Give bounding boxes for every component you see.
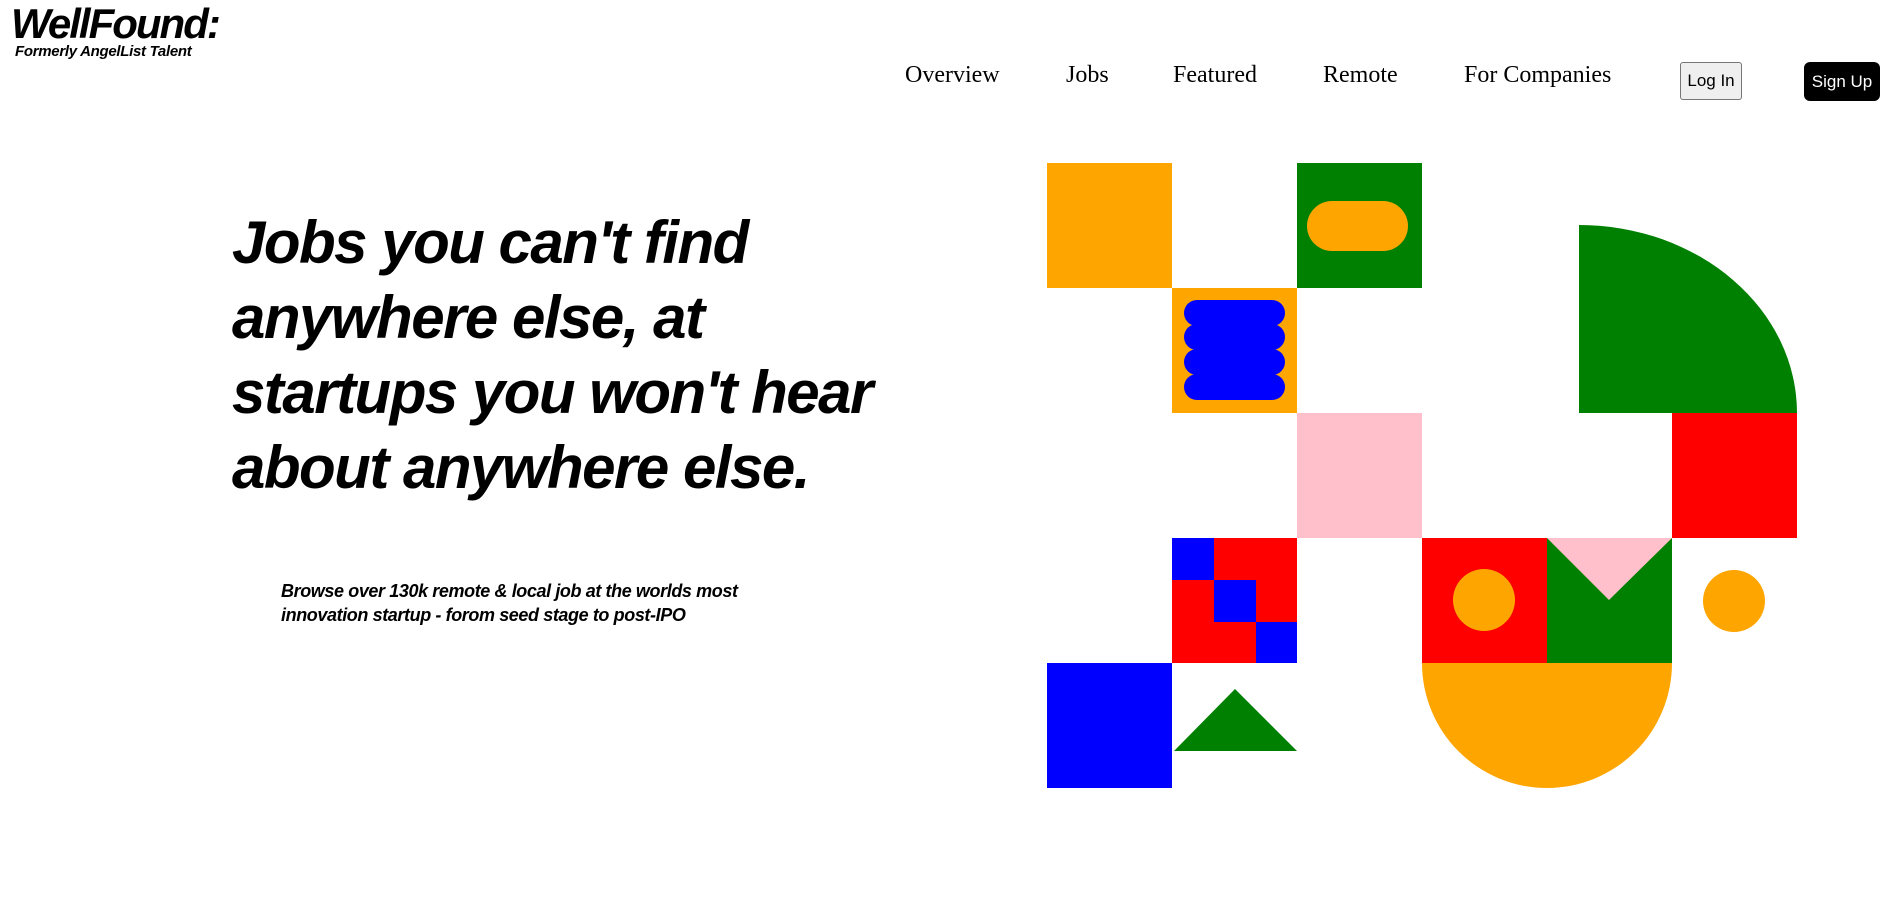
blue-square-tile bbox=[1047, 663, 1172, 788]
orange-circle-on-red bbox=[1453, 569, 1515, 631]
orange-circle bbox=[1703, 570, 1765, 632]
orange-square-tile bbox=[1047, 163, 1172, 288]
pink-triangle bbox=[1547, 538, 1672, 600]
nav-overview[interactable]: Overview bbox=[905, 62, 1000, 89]
nav-for-companies[interactable]: For Companies bbox=[1464, 62, 1611, 89]
nav-remote[interactable]: Remote bbox=[1323, 62, 1398, 89]
blue-pill-3 bbox=[1184, 349, 1285, 375]
signup-button[interactable]: Sign Up bbox=[1804, 62, 1880, 101]
red-square-tile bbox=[1672, 413, 1797, 538]
pink-square-tile bbox=[1297, 413, 1422, 538]
orange-half-circle bbox=[1422, 663, 1672, 788]
hero-subtitle: Browse over 130k remote & local job at t… bbox=[281, 581, 738, 625]
blue-checker-1 bbox=[1172, 538, 1214, 580]
site-logo[interactable]: WellFound: bbox=[11, 0, 221, 48]
orange-tile-with-pills bbox=[1172, 288, 1297, 413]
green-square-tile bbox=[1297, 163, 1422, 288]
green-quarter-circle bbox=[1579, 225, 1797, 413]
blue-checker-3 bbox=[1256, 622, 1297, 663]
blue-pill-2 bbox=[1184, 324, 1285, 350]
red-circle-tile bbox=[1422, 538, 1547, 663]
green-tile-with-triangle bbox=[1547, 538, 1672, 663]
nav-featured[interactable]: Featured bbox=[1173, 62, 1257, 89]
blue-pill-1 bbox=[1184, 300, 1285, 326]
green-triangle bbox=[1174, 689, 1297, 751]
hero-title: Jobs you can't find anywhere else, at st… bbox=[232, 209, 873, 501]
logo-tagline: Formerly AngelList Talent bbox=[15, 43, 192, 60]
login-button[interactable]: Log In bbox=[1680, 62, 1742, 100]
blue-pill-4 bbox=[1184, 374, 1285, 400]
nav-jobs[interactable]: Jobs bbox=[1066, 62, 1109, 89]
red-checker-tile bbox=[1172, 538, 1297, 663]
blue-checker-2 bbox=[1214, 580, 1256, 622]
orange-pill-shape bbox=[1307, 201, 1408, 251]
